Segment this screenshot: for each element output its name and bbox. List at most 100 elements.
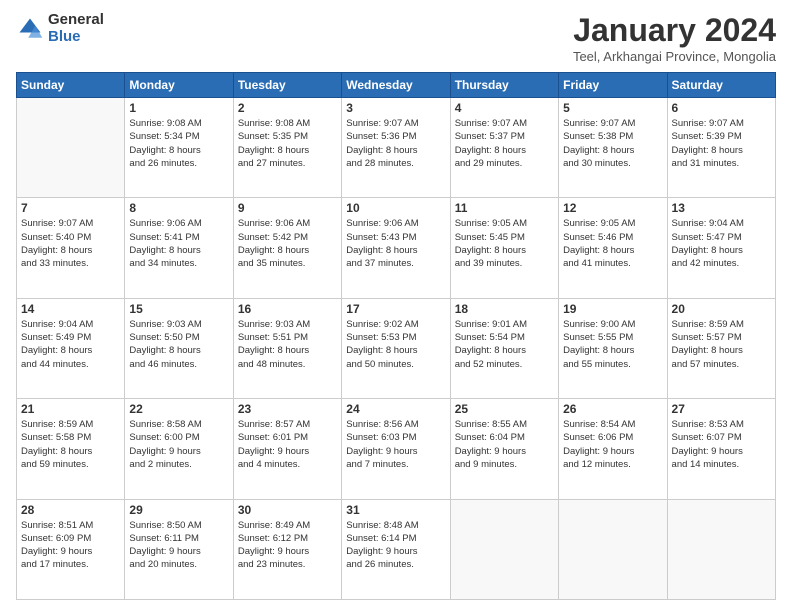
day-number: 25 [455,402,554,416]
calendar-cell: 22 Sunrise: 8:58 AMSunset: 6:00 PMDayligh… [125,399,233,499]
day-number: 8 [129,201,228,215]
calendar-cell: 6 Sunrise: 9:07 AMSunset: 5:39 PMDaylight… [667,98,775,198]
day-number: 22 [129,402,228,416]
week-row-5: 28Sunrise: 8:51 AMSunset: 6:09 PMDayligh… [17,499,776,599]
calendar-cell: 11Sunrise: 9:05 AMSunset: 5:45 PMDayligh… [450,198,558,298]
logo-icon [16,15,44,43]
week-row-4: 21 Sunrise: 8:59 AMSunset: 5:58 PMDayligh… [17,399,776,499]
day-info: Sunrise: 8:56 AMSunset: 6:03 PMDaylight:… [346,418,445,471]
day-info: Sunrise: 9:04 AMSunset: 5:49 PMDaylight:… [21,318,120,371]
day-info: Sunrise: 8:54 AMSunset: 6:06 PMDaylight:… [563,418,662,471]
day-number: 6 [672,101,771,115]
day-info: Sunrise: 8:49 AMSunset: 6:12 PMDaylight:… [238,519,337,572]
day-info: Sunrise: 9:02 AMSunset: 5:53 PMDaylight:… [346,318,445,371]
day-info: Sunrise: 8:59 AMSunset: 5:57 PMDaylight:… [672,318,771,371]
day-info: Sunrise: 9:03 AMSunset: 5:51 PMDaylight:… [238,318,337,371]
header-row: SundayMondayTuesdayWednesdayThursdayFrid… [17,73,776,98]
calendar-cell: 27Sunrise: 8:53 AMSunset: 6:07 PMDayligh… [667,399,775,499]
day-number: 13 [672,201,771,215]
week-row-3: 14 Sunrise: 9:04 AMSunset: 5:49 PMDayligh… [17,298,776,398]
day-number: 23 [238,402,337,416]
day-number: 21 [21,402,120,416]
calendar-cell: 9 Sunrise: 9:06 AMSunset: 5:42 PMDaylight… [233,198,341,298]
day-number: 19 [563,302,662,316]
day-number: 15 [129,302,228,316]
calendar-cell: 13 Sunrise: 9:04 AMSunset: 5:47 PMDayligh… [667,198,775,298]
day-info: Sunrise: 9:07 AMSunset: 5:36 PMDaylight:… [346,117,445,170]
calendar-cell: 14 Sunrise: 9:04 AMSunset: 5:49 PMDayligh… [17,298,125,398]
day-info: Sunrise: 9:07 AMSunset: 5:37 PMDaylight:… [455,117,554,170]
logo-general-label: General [48,12,104,29]
calendar-cell: 12Sunrise: 9:05 AMSunset: 5:46 PMDayligh… [559,198,667,298]
day-info: Sunrise: 9:06 AMSunset: 5:41 PMDaylight:… [129,217,228,270]
day-info: Sunrise: 9:08 AMSunset: 5:35 PMDaylight:… [238,117,337,170]
col-header-thursday: Thursday [450,73,558,98]
calendar-cell: 17 Sunrise: 9:02 AMSunset: 5:53 PMDayligh… [342,298,450,398]
week-row-1: 1Sunrise: 9:08 AMSunset: 5:34 PMDaylight… [17,98,776,198]
day-number: 4 [455,101,554,115]
calendar-table: SundayMondayTuesdayWednesdayThursdayFrid… [16,72,776,600]
day-number: 7 [21,201,120,215]
day-info: Sunrise: 9:07 AMSunset: 5:39 PMDaylight:… [672,117,771,170]
calendar-cell: 10 Sunrise: 9:06 AMSunset: 5:43 PMDayligh… [342,198,450,298]
day-number: 26 [563,402,662,416]
title-block: January 2024 Teel, Arkhangai Province, M… [573,12,776,64]
day-number: 18 [455,302,554,316]
day-number: 29 [129,503,228,517]
calendar-body: 1Sunrise: 9:08 AMSunset: 5:34 PMDaylight… [17,98,776,600]
logo: General Blue [16,12,104,45]
day-number: 11 [455,201,554,215]
day-number: 30 [238,503,337,517]
day-info: Sunrise: 8:48 AMSunset: 6:14 PMDaylight:… [346,519,445,572]
day-number: 9 [238,201,337,215]
day-number: 17 [346,302,445,316]
day-info: Sunrise: 8:55 AMSunset: 6:04 PMDaylight:… [455,418,554,471]
day-info: Sunrise: 9:07 AMSunset: 5:38 PMDaylight:… [563,117,662,170]
calendar-cell: 24 Sunrise: 8:56 AMSunset: 6:03 PMDayligh… [342,399,450,499]
day-number: 10 [346,201,445,215]
day-info: Sunrise: 8:51 AMSunset: 6:09 PMDaylight:… [21,519,120,572]
day-info: Sunrise: 9:08 AMSunset: 5:34 PMDaylight:… [129,117,228,170]
day-info: Sunrise: 9:03 AMSunset: 5:50 PMDaylight:… [129,318,228,371]
page: General Blue January 2024 Teel, Arkhanga… [0,0,792,612]
calendar-cell: 19Sunrise: 9:00 AMSunset: 5:55 PMDayligh… [559,298,667,398]
day-number: 20 [672,302,771,316]
day-info: Sunrise: 9:06 AMSunset: 5:43 PMDaylight:… [346,217,445,270]
subtitle: Teel, Arkhangai Province, Mongolia [573,49,776,64]
day-info: Sunrise: 8:58 AMSunset: 6:00 PMDaylight:… [129,418,228,471]
col-header-tuesday: Tuesday [233,73,341,98]
calendar-cell: 20 Sunrise: 8:59 AMSunset: 5:57 PMDayligh… [667,298,775,398]
day-number: 3 [346,101,445,115]
day-number: 14 [21,302,120,316]
main-title: January 2024 [573,12,776,49]
day-number: 24 [346,402,445,416]
day-info: Sunrise: 9:04 AMSunset: 5:47 PMDaylight:… [672,217,771,270]
calendar-cell: 31Sunrise: 8:48 AMSunset: 6:14 PMDayligh… [342,499,450,599]
calendar-header: SundayMondayTuesdayWednesdayThursdayFrid… [17,73,776,98]
day-info: Sunrise: 9:07 AMSunset: 5:40 PMDaylight:… [21,217,120,270]
day-info: Sunrise: 8:50 AMSunset: 6:11 PMDaylight:… [129,519,228,572]
week-row-2: 7 Sunrise: 9:07 AMSunset: 5:40 PMDaylight… [17,198,776,298]
day-info: Sunrise: 9:05 AMSunset: 5:46 PMDaylight:… [563,217,662,270]
day-info: Sunrise: 9:06 AMSunset: 5:42 PMDaylight:… [238,217,337,270]
calendar-cell: 29 Sunrise: 8:50 AMSunset: 6:11 PMDayligh… [125,499,233,599]
col-header-sunday: Sunday [17,73,125,98]
day-info: Sunrise: 8:57 AMSunset: 6:01 PMDaylight:… [238,418,337,471]
calendar-cell: 23 Sunrise: 8:57 AMSunset: 6:01 PMDayligh… [233,399,341,499]
calendar-cell: 30 Sunrise: 8:49 AMSunset: 6:12 PMDayligh… [233,499,341,599]
logo-text: General Blue [48,12,104,45]
calendar-cell: 7 Sunrise: 9:07 AMSunset: 5:40 PMDaylight… [17,198,125,298]
day-number: 16 [238,302,337,316]
calendar-cell: 21 Sunrise: 8:59 AMSunset: 5:58 PMDayligh… [17,399,125,499]
calendar-cell: 16 Sunrise: 9:03 AMSunset: 5:51 PMDayligh… [233,298,341,398]
day-info: Sunrise: 8:59 AMSunset: 5:58 PMDaylight:… [21,418,120,471]
calendar-cell [667,499,775,599]
calendar-cell [450,499,558,599]
col-header-saturday: Saturday [667,73,775,98]
calendar-cell: 26 Sunrise: 8:54 AMSunset: 6:06 PMDayligh… [559,399,667,499]
day-number: 2 [238,101,337,115]
calendar-cell: 4 Sunrise: 9:07 AMSunset: 5:37 PMDaylight… [450,98,558,198]
calendar-cell: 1Sunrise: 9:08 AMSunset: 5:34 PMDaylight… [125,98,233,198]
calendar-cell: 28Sunrise: 8:51 AMSunset: 6:09 PMDayligh… [17,499,125,599]
day-info: Sunrise: 8:53 AMSunset: 6:07 PMDaylight:… [672,418,771,471]
